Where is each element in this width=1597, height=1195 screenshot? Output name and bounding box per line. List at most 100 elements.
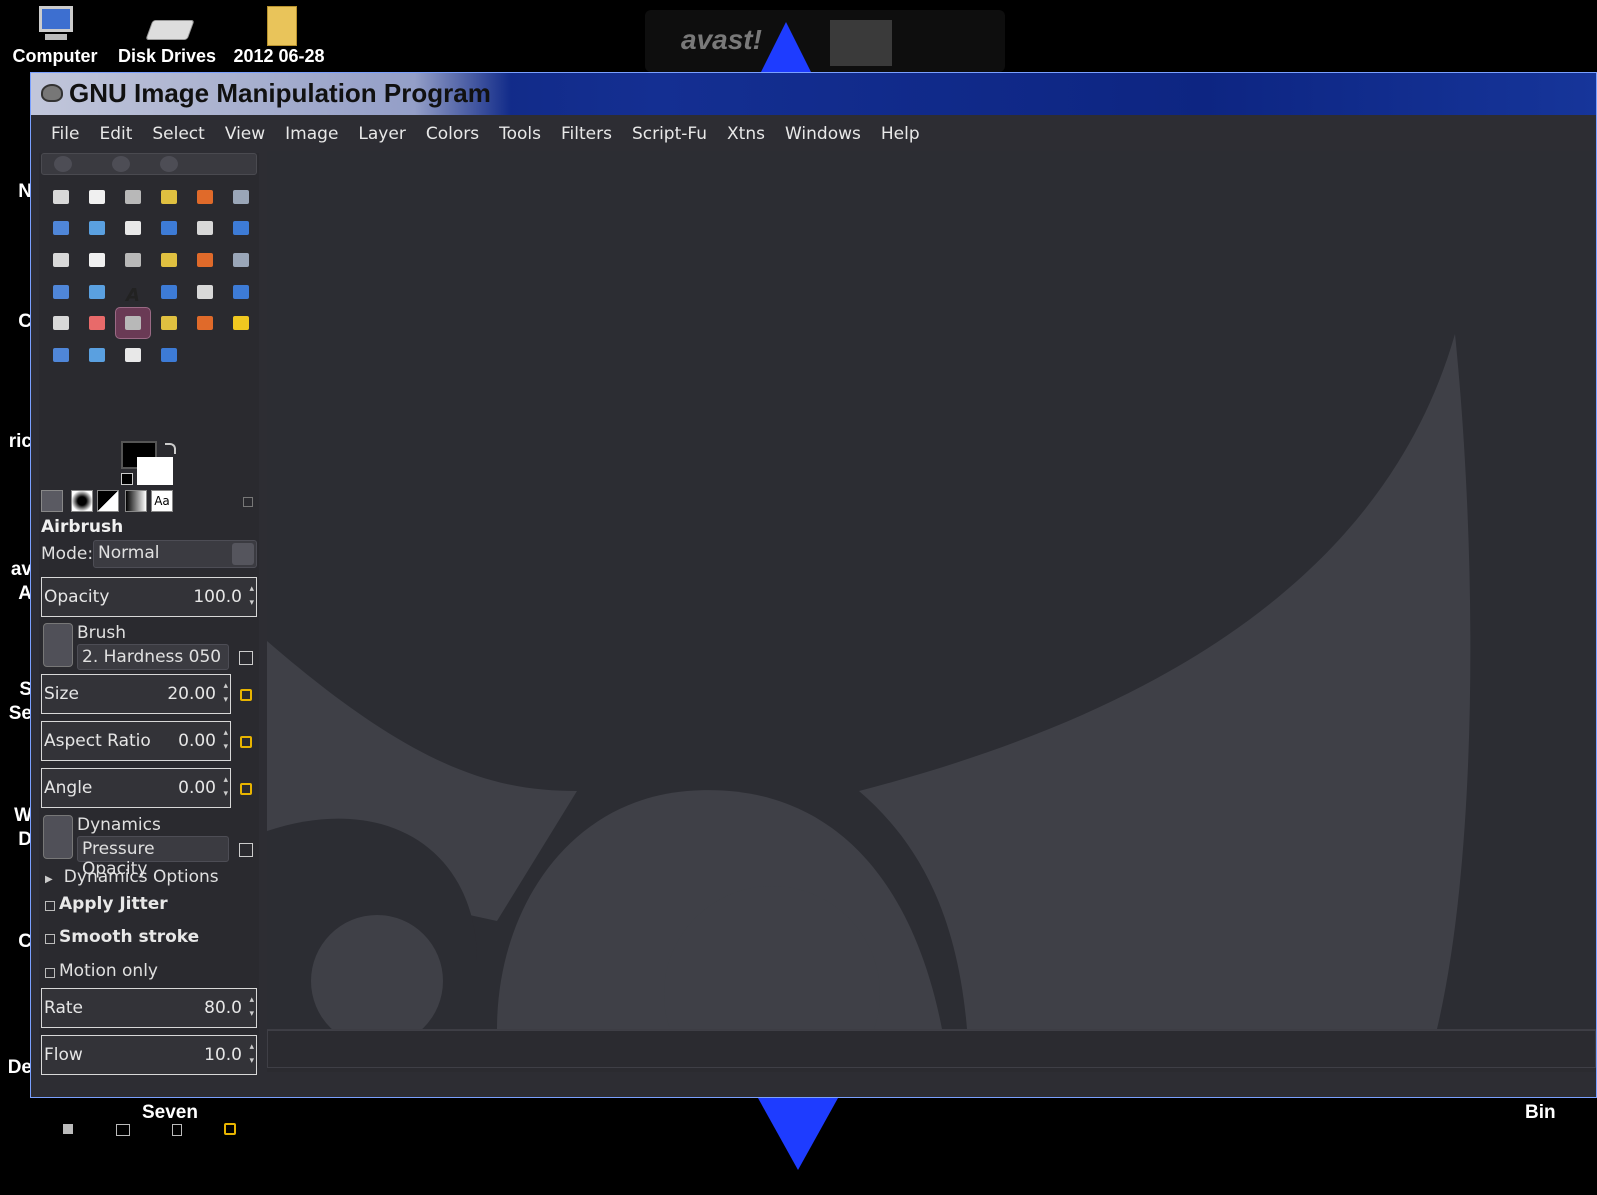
select-by-color-icon[interactable] [187, 181, 223, 213]
clone-icon[interactable] [187, 307, 223, 339]
menu-edit[interactable]: Edit [88, 124, 141, 144]
mode-select[interactable]: Normal [93, 540, 257, 568]
menu-help[interactable]: Help [870, 124, 929, 144]
menu-tools[interactable]: Tools [488, 124, 550, 144]
dynamics-options-expander[interactable]: ▶ Dynamics Options [45, 867, 219, 887]
smooth-stroke-checkbox[interactable] [45, 934, 55, 944]
ellipse-select-icon[interactable] [79, 181, 115, 213]
brush-select[interactable]: 2. Hardness 050 [77, 644, 229, 670]
background-color-swatch[interactable] [137, 457, 173, 485]
flip-icon[interactable] [43, 276, 79, 308]
delete-options-icon[interactable] [172, 1124, 182, 1136]
text-icon[interactable]: A [115, 276, 151, 308]
menu-script-fu[interactable]: Script-Fu [621, 124, 716, 144]
airbrush-icon[interactable] [115, 307, 151, 339]
smudge-icon[interactable] [115, 339, 151, 371]
fonts-tab-icon[interactable]: Aa [151, 490, 173, 512]
tool-options-tab-icon[interactable] [41, 490, 63, 512]
checkmark-icon [830, 20, 892, 66]
reset-options-icon[interactable] [224, 1123, 236, 1135]
desktop-label-bin[interactable]: Bin [1525, 1102, 1556, 1124]
rect-select-icon[interactable] [43, 181, 79, 213]
dynamics-preview[interactable] [43, 815, 73, 859]
reset-aspect-icon[interactable] [240, 736, 252, 748]
paths-icon[interactable] [79, 213, 115, 245]
default-colors-icon[interactable] [121, 473, 133, 485]
fuzzy-select-icon[interactable] [151, 181, 187, 213]
menu-view[interactable]: View [214, 124, 274, 144]
swap-colors-icon[interactable] [165, 443, 176, 454]
angle-slider[interactable]: Angle 0.00 ▴ ▾ [41, 768, 231, 808]
dynamics-select[interactable]: Pressure Opacity [77, 836, 229, 879]
color-picker-icon[interactable] [115, 213, 151, 245]
tool-grid: A [43, 181, 259, 371]
pencil-icon[interactable] [223, 276, 259, 308]
toolbox-drop-area[interactable] [41, 153, 257, 175]
perspective-icon[interactable] [223, 244, 259, 276]
gimp-window: GNU Image Manipulation Program File Edit… [30, 72, 1597, 1136]
foreground-select-icon[interactable] [43, 213, 79, 245]
avast-widget[interactable]: avast! [645, 10, 1005, 72]
tab-menu-icon[interactable] [243, 497, 253, 507]
perspective-clone-icon[interactable] [43, 339, 79, 371]
scissors-select-icon[interactable] [223, 181, 259, 213]
edit-brush-icon[interactable] [239, 651, 253, 665]
menu-xtns[interactable]: Xtns [716, 124, 774, 144]
desktop-icon-folder[interactable]: 2012 06-28 [224, 4, 334, 67]
crop-icon[interactable] [79, 244, 115, 276]
motion-only-checkbox[interactable] [45, 968, 55, 978]
heal-icon[interactable] [223, 307, 259, 339]
blend-icon[interactable] [187, 276, 223, 308]
cage-transform-icon[interactable] [79, 276, 115, 308]
dock-tabs: Aa [39, 487, 259, 515]
edit-dynamics-icon[interactable] [239, 843, 253, 857]
dodge-burn-icon[interactable] [151, 339, 187, 371]
brush-label: Brush [77, 623, 127, 643]
reset-angle-icon[interactable] [240, 783, 252, 795]
free-select-icon[interactable] [115, 181, 151, 213]
brushes-tab-icon[interactable] [71, 490, 93, 512]
title-bar[interactable]: GNU Image Manipulation Program [31, 73, 1596, 115]
restore-options-icon[interactable] [116, 1124, 130, 1136]
move-icon[interactable] [223, 213, 259, 245]
eraser-icon[interactable] [79, 307, 115, 339]
size-slider[interactable]: Size 20.00 ▴ ▾ [41, 674, 231, 714]
desktop-icon-computer[interactable]: Computer [0, 4, 110, 67]
paintbrush-icon[interactable] [43, 307, 79, 339]
scale-icon[interactable] [151, 244, 187, 276]
opacity-slider[interactable]: Opacity 100.0 ▴ ▾ [41, 577, 257, 617]
rotate-icon[interactable] [115, 244, 151, 276]
menu-windows[interactable]: Windows [774, 124, 870, 144]
aspect-ratio-slider[interactable]: Aspect Ratio 0.00 ▴ ▾ [41, 721, 231, 761]
brush-preview[interactable] [43, 623, 73, 667]
apply-jitter-checkbox[interactable] [45, 901, 55, 911]
menu-colors[interactable]: Colors [415, 124, 488, 144]
align-icon[interactable] [43, 244, 79, 276]
desktop-icon-disk-drives[interactable]: Disk Drives [112, 4, 222, 67]
save-options-icon[interactable] [63, 1124, 73, 1134]
apply-jitter-label: Apply Jitter [59, 894, 168, 914]
ink-icon[interactable] [151, 307, 187, 339]
patterns-tab-icon[interactable] [97, 490, 119, 512]
top-arrow-decoration [760, 22, 812, 74]
mode-label: Mode: [41, 544, 94, 564]
gradients-tab-icon[interactable] [125, 490, 147, 512]
menu-select[interactable]: Select [141, 124, 213, 144]
zoom-icon[interactable] [151, 213, 187, 245]
menu-image[interactable]: Image [274, 124, 347, 144]
image-canvas[interactable] [267, 151, 1596, 1029]
reset-size-icon[interactable] [240, 689, 252, 701]
menu-file[interactable]: File [39, 124, 88, 144]
smooth-stroke-label: Smooth stroke [59, 927, 200, 947]
rate-slider[interactable]: Rate 80.0 ▴ ▾ [41, 988, 257, 1028]
flow-slider[interactable]: Flow 10.0 ▴ ▾ [41, 1035, 257, 1075]
gimp-icon [41, 84, 63, 102]
measure-icon[interactable] [187, 213, 223, 245]
shear-icon[interactable] [187, 244, 223, 276]
desktop-label-seven[interactable]: Seven [142, 1102, 198, 1124]
menu-layer[interactable]: Layer [347, 124, 414, 144]
bucket-fill-icon[interactable] [151, 276, 187, 308]
tool-options-title: Airbrush [41, 517, 124, 537]
blur-sharpen-icon[interactable] [79, 339, 115, 371]
menu-filters[interactable]: Filters [550, 124, 621, 144]
